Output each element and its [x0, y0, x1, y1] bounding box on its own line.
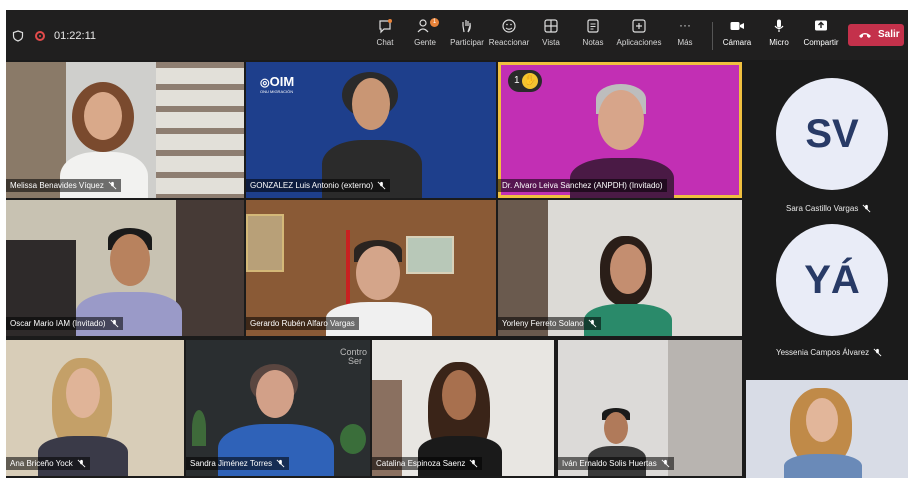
- participant-name: Gerardo Rubén Alfaro Vargas: [246, 317, 359, 330]
- video-tile[interactable]: Ana Briceño Yock: [6, 340, 184, 476]
- hand-emoji-icon: ✋: [522, 73, 538, 89]
- participant-name: Catalina Espinoza Saenz: [372, 457, 483, 470]
- video-tile[interactable]: Oscar Mario IAM (Invitado): [6, 200, 244, 336]
- more-dots-icon: ···: [679, 18, 691, 32]
- people-badge: 1: [430, 18, 439, 27]
- microphone-icon: [774, 19, 784, 32]
- map-frame: [406, 236, 454, 274]
- grid-view-icon: [544, 19, 558, 33]
- background-wall: [498, 200, 548, 336]
- video-tile-active[interactable]: 1 ✋ Dr. Alvaro Leiva Sanchez (ANPDH) (In…: [498, 62, 742, 198]
- participant-name: Oscar Mario IAM (Invitado): [6, 317, 123, 330]
- notes-button[interactable]: Notas: [568, 18, 618, 47]
- more-label: Más: [677, 38, 693, 47]
- video-tile[interactable]: ◎OIM ONU MIGRACIÓN GONZALEZ Luis Antonio…: [246, 62, 496, 198]
- screenshot-frame: 01:22:11 Chat 1 Gente Participar Reaccio…: [0, 0, 910, 482]
- flag-pole: [346, 230, 350, 310]
- hand-icon: [462, 20, 471, 33]
- raised-hand-badge: 1 ✋: [508, 70, 542, 92]
- video-tile[interactable]: [746, 380, 908, 478]
- teams-meeting-window: 01:22:11 Chat 1 Gente Participar Reaccio…: [6, 10, 908, 478]
- avatar[interactable]: YÁ: [776, 224, 888, 336]
- participant-name: Sara Castillo Vargas: [786, 204, 871, 213]
- apps-button[interactable]: Aplicaciones: [614, 18, 664, 47]
- participant-name: GONZALEZ Luis Antonio (externo): [246, 179, 391, 192]
- leave-button[interactable]: Salir: [848, 24, 904, 46]
- video-tile[interactable]: Contro Ser Sandra Jiménez Torres: [186, 340, 370, 476]
- participant-name: Dr. Alvaro Leiva Sanchez (ANPDH) (Invita…: [498, 179, 667, 192]
- mic-off-icon: [873, 348, 882, 357]
- video-tile[interactable]: Iván Ernaldo Solis Huertas: [558, 340, 742, 476]
- hang-up-icon: [859, 33, 871, 38]
- leave-label: Salir: [878, 29, 900, 40]
- apps-label: Aplicaciones: [616, 38, 662, 47]
- background-window: [668, 340, 742, 476]
- smiley-icon: [502, 19, 516, 33]
- mic-off-icon: [276, 459, 285, 468]
- mic-off-icon: [661, 459, 670, 468]
- more-button[interactable]: ··· Más: [660, 18, 710, 47]
- bookshelf: [6, 62, 66, 198]
- share-button[interactable]: Compartir: [796, 18, 846, 47]
- participant-name: Sandra Jiménez Torres: [186, 457, 290, 470]
- mic-off-icon: [108, 181, 117, 190]
- mic-off-icon: [110, 319, 118, 328]
- video-tile[interactable]: Melissa Benavides Víquez: [6, 62, 244, 198]
- mic-off-icon: [77, 459, 86, 468]
- background-door: [176, 200, 244, 336]
- plant: [340, 424, 366, 454]
- participant-name: Yorleny Ferreto Solano: [498, 317, 601, 330]
- participant-name: Melissa Benavides Víquez: [6, 179, 121, 192]
- video-tile[interactable]: Gerardo Rubén Alfaro Vargas: [246, 200, 496, 336]
- apps-plus-icon: [632, 19, 646, 33]
- mic-off-icon: [377, 181, 386, 190]
- mic-off-icon: [862, 204, 871, 213]
- plant: [192, 410, 206, 446]
- participant-name: Ana Briceño Yock: [6, 457, 90, 470]
- recording-icon: [35, 31, 45, 41]
- share-screen-icon: [815, 20, 827, 31]
- avatar[interactable]: SV: [776, 78, 888, 190]
- video-tile[interactable]: Catalina Espinoza Saenz: [372, 340, 554, 476]
- video-tile[interactable]: Yorleny Ferreto Solano: [498, 200, 742, 336]
- wall-logo-text: Contro Ser: [340, 347, 368, 366]
- shield-icon: [12, 30, 24, 42]
- mic-off-icon: [588, 319, 596, 328]
- meeting-timer: 01:22:11: [54, 30, 97, 42]
- notes-label: Notas: [582, 38, 604, 47]
- mic-off-icon: [469, 459, 478, 468]
- participant-name: Yessenia Campos Álvarez: [776, 348, 882, 357]
- chat-icon: [379, 19, 392, 34]
- bookshelf: [156, 62, 244, 198]
- meeting-toolbar: 01:22:11 Chat 1 Gente Participar Reaccio…: [6, 10, 908, 60]
- notes-icon: [587, 19, 599, 33]
- painting-frame: [246, 214, 284, 272]
- camera-icon: [730, 22, 744, 30]
- oim-logo: ◎OIM ONU MIGRACIÓN: [260, 74, 295, 94]
- share-label: Compartir: [803, 38, 839, 47]
- participant-name: Iván Ernaldo Solis Huertas: [558, 457, 674, 470]
